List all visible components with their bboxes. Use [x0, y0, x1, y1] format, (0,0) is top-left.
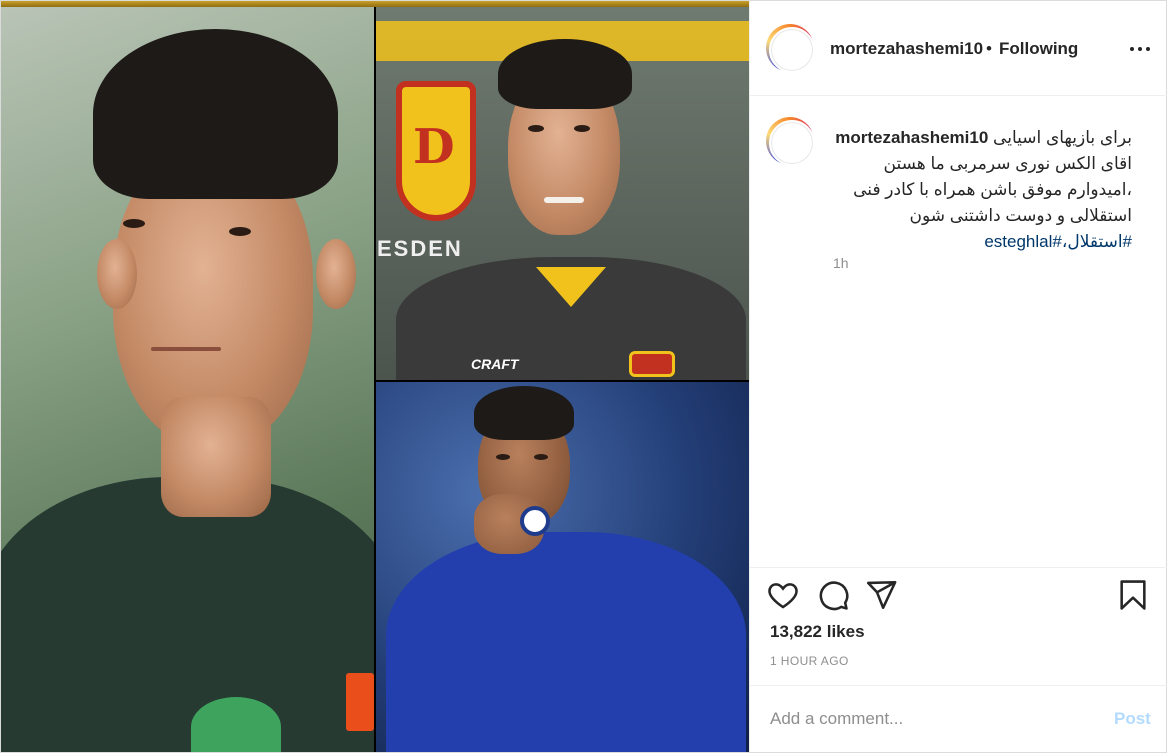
header-separator: • [986, 39, 992, 58]
comment-bar: Post [750, 685, 1167, 752]
caption-hashtags[interactable]: #استقلال،#esteghlal [832, 229, 1132, 255]
bookmark-icon[interactable] [1116, 578, 1150, 612]
sponsor-tag [346, 673, 374, 731]
caption-line-2: اقای الکس نوری سرمربی ما هستن [883, 154, 1132, 173]
caption-line-1-text: برای بازیهای اسیایی [993, 128, 1132, 147]
caption-username[interactable]: mortezahashemi10 [835, 128, 988, 147]
kit-brand-text: CRAFT [471, 356, 519, 372]
dresden-wall-text: ESDEN [377, 236, 463, 261]
posted-ago[interactable]: 1 HOUR AGO [770, 654, 849, 668]
photo-coach-closeup [1, 7, 374, 752]
caption-time[interactable]: 1h [833, 255, 849, 271]
more-horizontal-icon[interactable] [1128, 37, 1152, 61]
likes-count[interactable]: 13,822 likes [770, 622, 865, 642]
share-icon[interactable] [864, 578, 898, 612]
header-username[interactable]: mortezahashemi10 [830, 39, 983, 59]
caption-text: برای بازیهای اسیایی mortezahashemi10 اقا… [832, 125, 1132, 255]
post-header: mortezahashemi10 • Following [750, 1, 1167, 96]
heart-icon[interactable] [766, 578, 800, 612]
post-comment-button[interactable]: Post [1114, 709, 1151, 729]
kit-badge [629, 351, 675, 377]
caption-line-4: استقلالی و دوست داشتنی شون [909, 206, 1133, 225]
comment-input[interactable] [770, 704, 1090, 734]
avatar[interactable] [766, 24, 815, 73]
caption-line-3: ،امیدوارم موفق باشن همراه با کادر فنی [853, 180, 1132, 199]
following-button[interactable]: Following [999, 39, 1078, 59]
post-sidebar: mortezahashemi10 • Following برای بازیها… [749, 1, 1167, 752]
action-bar: 13,822 likes 1 HOUR AGO [750, 567, 1167, 697]
caption: برای بازیهای اسیایی mortezahashemi10 اقا… [750, 97, 1167, 567]
caption-avatar[interactable] [766, 117, 815, 166]
comment-icon[interactable] [816, 578, 850, 612]
esteghlal-badge [520, 506, 550, 536]
caption-line-1: برای بازیهای اسیایی mortezahashemi10 [832, 125, 1132, 151]
instagram-post: D ESDEN CRAFT mortezahashemi10 • Followi… [0, 0, 1167, 753]
photo-player-esteghlal [376, 382, 749, 752]
dresden-badge-letter: D [413, 119, 455, 175]
post-media[interactable]: D ESDEN CRAFT [1, 1, 749, 752]
